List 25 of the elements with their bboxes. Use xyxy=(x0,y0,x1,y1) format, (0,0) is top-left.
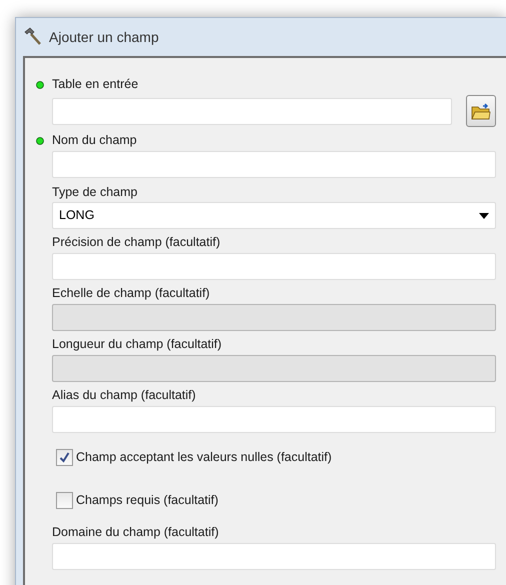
field-label: Alias du champ (facultatif) xyxy=(52,387,196,404)
field-label: Echelle de champ (facultatif) xyxy=(52,285,210,302)
field-label: Domaine du champ (facultatif) xyxy=(52,524,219,542)
field-label: Précision de champ (facultatif) xyxy=(52,234,220,252)
checkbox-label: Champs requis (facultatif) xyxy=(76,492,218,509)
checkbox[interactable] xyxy=(56,492,73,508)
window-title: Ajouter un champ xyxy=(49,28,159,47)
text-field[interactable] xyxy=(52,543,496,570)
hammer-icon xyxy=(23,27,43,47)
dropdown-arrow-icon xyxy=(479,212,489,218)
checkmark-icon xyxy=(59,452,70,462)
text-field[interactable] xyxy=(52,406,496,433)
type-dropdown[interactable]: LONG xyxy=(52,202,496,229)
text-field[interactable] xyxy=(52,98,452,124)
text-field[interactable] xyxy=(52,151,496,178)
text-field[interactable] xyxy=(52,253,496,280)
field-label: Nom du champ xyxy=(52,132,137,150)
field-label: Longueur du champ (facultatif) xyxy=(52,336,222,354)
field-label: Table en entrée xyxy=(52,76,138,94)
checkbox-label: Champ acceptant les valeurs nulles (facultatif) xyxy=(76,448,332,466)
browse-button[interactable] xyxy=(466,95,496,127)
folder-icon xyxy=(471,102,491,120)
checkbox[interactable] xyxy=(56,448,73,466)
dropdown-value: LONG xyxy=(59,207,94,224)
field-label: Type de champ xyxy=(52,184,138,200)
